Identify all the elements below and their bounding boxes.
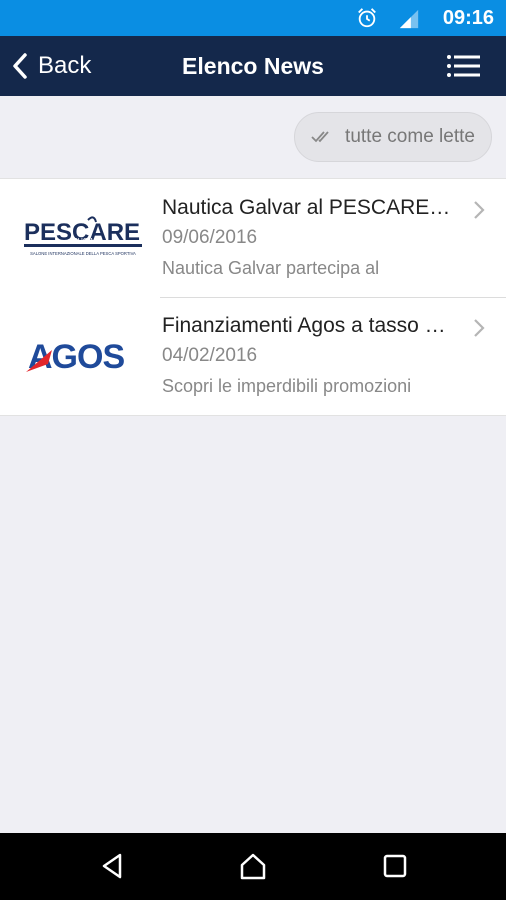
nav-recents-icon[interactable] — [380, 851, 410, 881]
menu-list-icon[interactable] — [446, 54, 480, 78]
news-date: 09/06/2016 — [162, 227, 258, 248]
back-chevron-icon — [13, 53, 27, 79]
pescare-show-logo: PESCARE SHOW SALONE INTERNAZIONALE DELLA… — [20, 193, 146, 283]
chevron-right-icon — [474, 319, 485, 337]
back-label: Back — [38, 52, 92, 79]
news-item-agos[interactable]: AGOS Finanziamenti Agos a tasso zero 04/… — [0, 297, 506, 415]
news-date: 04/02/2016 — [162, 345, 258, 366]
status-bar: 09:16 — [0, 0, 506, 36]
nav-home-icon[interactable] — [238, 851, 268, 881]
system-nav-bar — [0, 833, 506, 900]
pescare-logo-tagline: SALONE INTERNAZIONALE DELLA PESCA SPORTI… — [30, 251, 136, 256]
back-button[interactable]: Back — [10, 36, 91, 96]
alarm-icon — [358, 8, 376, 28]
agos-logo: AGOS — [20, 311, 146, 401]
mark-all-read-label: tutte come lette — [345, 126, 475, 147]
news-headline: Finanziamenti Agos a tasso zero — [162, 314, 456, 337]
signal-icon — [399, 9, 419, 29]
news-headline: Nautica Galvar al PESCARE SHOW — [162, 196, 456, 219]
agos-logo-name: AGOS — [28, 338, 124, 376]
news-list: PESCARE SHOW SALONE INTERNAZIONALE DELLA… — [0, 178, 506, 416]
status-time: 09:16 — [442, 7, 494, 29]
news-item-pescare[interactable]: PESCARE SHOW SALONE INTERNAZIONALE DELLA… — [0, 179, 506, 297]
pescare-logo-sub: SHOW — [73, 238, 95, 245]
news-snippet: Scopri le imperdibili promozioni — [162, 376, 412, 396]
nav-bar: Back Elenco News — [0, 36, 506, 96]
news-snippet: Nautica Galvar partecipa al — [162, 258, 380, 278]
double-check-icon — [311, 131, 329, 143]
nav-back-icon[interactable] — [98, 851, 128, 881]
mark-all-read-button[interactable]: tutte come lette — [294, 112, 492, 162]
chevron-right-icon — [474, 201, 485, 219]
